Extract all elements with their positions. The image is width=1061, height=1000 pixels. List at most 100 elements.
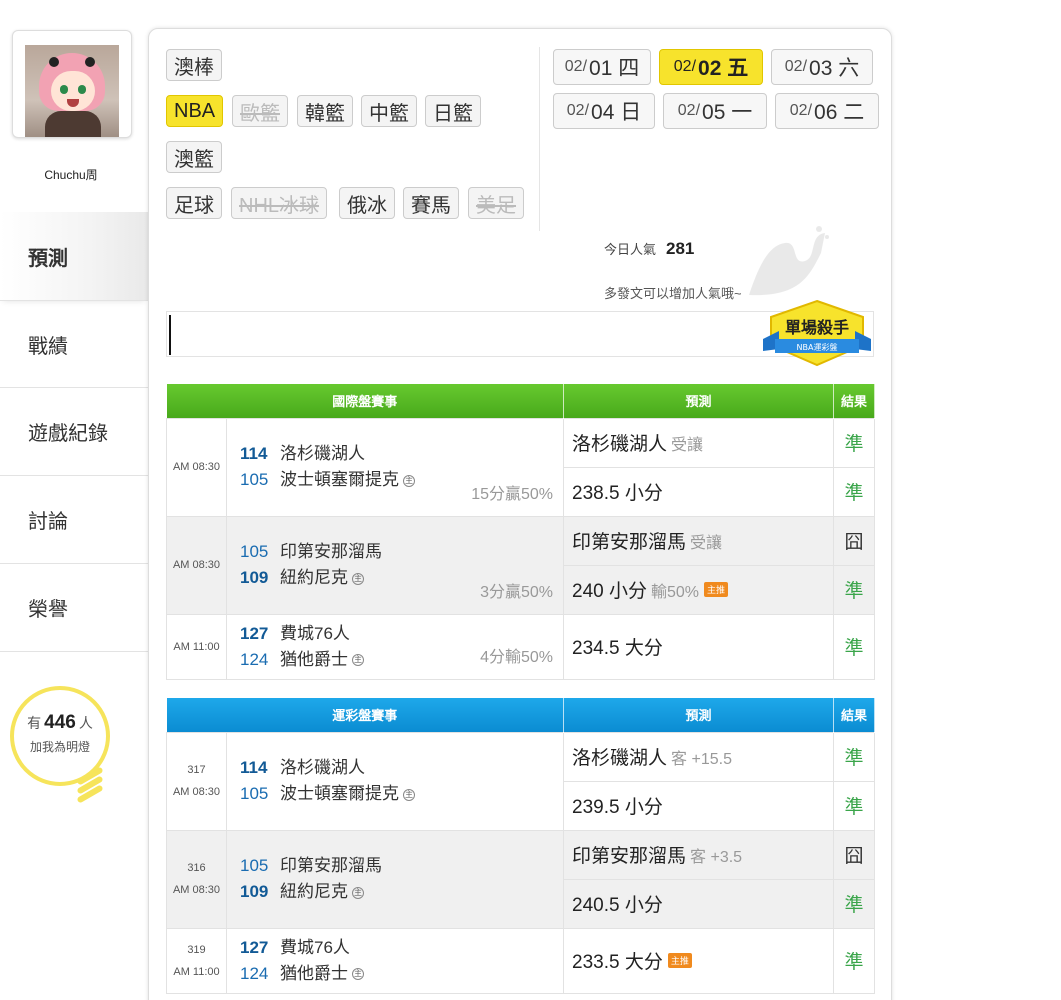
date-chip[interactable]: 02/03 六 [771,49,873,85]
table-header: 預測 [563,698,835,732]
sport-chip[interactable]: 澳籃 [166,141,222,173]
prediction: 印第安那溜馬 受讓 [563,515,835,566]
home-mark-icon: 主 [403,788,415,801]
popularity-value: 281 [666,239,695,258]
home-mark-icon: 主 [403,474,415,487]
team-score: 105 [240,470,269,489]
main-pick-tag: 主推 [704,582,729,597]
sport-chip: NHL冰球 [231,187,328,219]
team-name: 費城76人 [280,623,350,643]
match-info[interactable]: 127 費城76人 124 猶他爵士主 [225,927,565,994]
result: 囧 [833,829,876,880]
team-name: 洛杉磯湖人 [280,758,365,777]
table-row: AM 08:30 105 印第安那溜馬 109 紐約尼克主 3分贏50% 印第安那溜… [166,515,876,615]
match-info[interactable]: 114 洛杉磯湖人 105 波士頓塞爾提克主 [225,731,565,831]
main-pick-tag: 主推 [667,953,692,968]
prediction: 印第安那溜馬客 +3.5 [563,829,835,880]
fans-count: 446 [44,712,76,733]
date-chip[interactable]: 02/04 日 [553,93,655,129]
team-name: 洛杉磯湖人 [280,444,365,463]
game-time: AM 08:30 [166,515,227,615]
table-header: 預測 [563,384,835,418]
table-header: 國際盤賽事 [166,384,565,418]
prediction: 239.5 小分 [563,780,835,831]
match-info[interactable]: 105 印第安那溜馬 109 紐約尼克主 3分贏50% [225,515,565,615]
team-score: 124 [240,963,269,983]
result: 準 [833,927,876,994]
nav-item-game-history[interactable]: 遊戲紀錄 [0,388,148,476]
nav-item-record[interactable]: 戰績 [0,300,148,388]
game-time: 317 AM 08:30 [166,731,227,831]
fans-suffix: 人 [78,715,93,731]
nav-item-honor[interactable]: 榮譽 [0,564,148,652]
date-chip[interactable]: 02/02 五 [659,49,763,85]
home-mark-icon: 主 [352,654,364,667]
table-row: AM 08:30 114 洛杉磯湖人 105 波士頓塞爾提克主 15分贏50% 洛杉… [166,417,876,517]
team-name: 紐約尼克 [280,568,348,587]
prediction: 233.5 大分 主推 [563,927,835,994]
sport-chip[interactable]: 俄冰 [339,187,395,219]
sport-chip[interactable]: NBA [166,95,224,127]
match-info[interactable]: 114 洛杉磯湖人 105 波士頓塞爾提克主 15分贏50% [225,417,565,517]
sport-chip: 美足 [468,187,524,219]
result: 準 [833,417,876,468]
table-row: 317 AM 08:30 114 洛杉磯湖人 105 波士頓塞爾提克主 洛杉磯湖人客 … [166,731,876,831]
sport-chip[interactable]: 賽馬 [403,187,459,219]
avatar-image [25,45,119,137]
date-chip[interactable]: 02/05 一 [663,93,767,129]
prediction: 234.5 大分 [563,613,835,680]
date-chip[interactable]: 02/01 四 [553,49,651,85]
table-header: 結果 [833,698,876,732]
nav-item-discussion[interactable]: 討論 [0,476,148,564]
team-score: 105 [240,784,269,803]
sport-chip[interactable]: 足球 [166,187,222,219]
sidebar: Chuchu周 預測 戰績 遊戲紀錄 討論 榮譽 有 446 人 加我為明燈 [0,0,148,1000]
result: 準 [833,780,876,831]
filter-divider [539,47,540,231]
sport-chip[interactable]: 中籃 [361,95,417,127]
team-score: 105 [240,542,269,561]
team-score: 114 [240,758,268,777]
match-info[interactable]: 127 費城76人 124 猶他爵士主 4分輸50% [225,613,565,680]
handicap-result: 4分輸50% [480,648,554,666]
home-mark-icon: 主 [352,886,364,899]
result: 囧 [833,515,876,566]
username[interactable]: Chuchu周 [0,166,142,183]
table-row: 319 AM 11:00 127 費城76人 124 猶他爵士主 233.5 大分 主推… [166,927,876,994]
single-game-killer-badge: 單場殺手 NBA運彩盤 [763,299,871,367]
table-row: 316 AM 08:30 105 印第安那溜馬 109 紐約尼克主 印第安那溜馬客 +… [166,829,876,929]
result: 準 [833,731,876,782]
sport-chip[interactable]: 日籃 [425,95,481,127]
team-score: 109 [240,568,269,587]
team-score: 124 [240,649,269,669]
home-mark-icon: 主 [352,968,364,981]
main-panel: 澳棒 NBA 歐籃 韓籃 中籃 日籃 澳籃 足球 NHL冰球 俄冰 賽馬 美足 … [148,28,892,1000]
lightbulb-icon [72,766,108,810]
handicap-result: 3分贏50% [480,583,554,601]
popularity: 今日人氣 281 [604,239,695,258]
game-code: 316 [187,862,206,874]
prediction: 洛杉磯湖人 受讓 [563,417,835,468]
table-row: AM 11:00 127 費城76人 124 猶他爵士主 4分輸50% 234.5 … [166,613,876,680]
result: 準 [833,466,876,517]
intl-prediction-table: 國際盤賽事 預測 結果 AM 08:30 114 洛杉磯湖人 105 波士頓塞爾提克… [166,384,876,680]
team-name: 印第安那溜馬 [280,856,382,875]
result: 準 [833,564,876,615]
badge-title: 單場殺手 [785,318,849,337]
sport-chip[interactable]: 韓籃 [297,95,353,127]
date-chip[interactable]: 02/06 二 [775,93,879,129]
avatar[interactable] [12,30,132,138]
team-score: 109 [240,882,269,901]
badge-subtitle: NBA運彩盤 [797,342,838,352]
nav-item-predict[interactable]: 預測 [0,212,148,300]
prediction: 洛杉磯湖人客 +15.5 [563,731,835,782]
game-code: 319 [187,943,206,956]
game-time: AM 08:30 [166,417,227,517]
sport-chip[interactable]: 澳棒 [166,49,222,81]
match-info[interactable]: 105 印第安那溜馬 109 紐約尼克主 [225,829,565,929]
team-name: 費城76人 [280,937,350,957]
team-name: 紐約尼克 [280,882,348,901]
result: 準 [833,613,876,680]
lottery-prediction-table: 運彩盤賽事 預測 結果 317 AM 08:30 114 洛杉磯湖人 105 波士頓塞… [166,698,876,994]
text-caret [169,315,171,355]
